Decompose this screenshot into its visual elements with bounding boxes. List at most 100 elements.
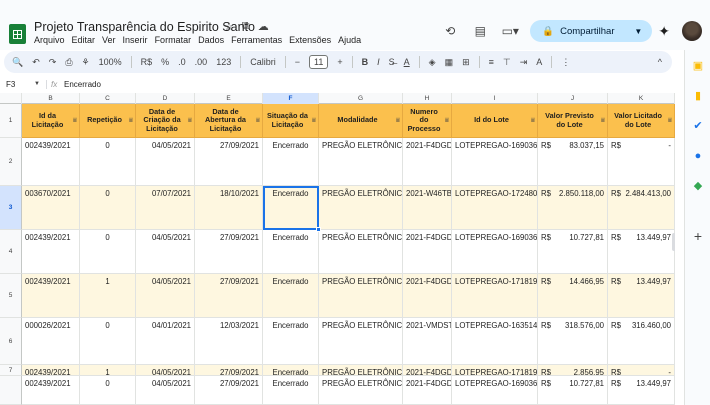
filter-icon[interactable]: ⩸ [601,116,605,125]
chevron-down-icon[interactable]: ▼ [634,27,642,36]
cell-data-criacao[interactable]: 04/05/2021 [136,274,195,318]
collapse-menus-icon[interactable]: ^ [658,57,662,67]
tasks-icon[interactable]: ✔ [692,120,704,132]
cell-numero-processo[interactable]: 2021-W46TB [403,186,452,230]
chevron-down-icon[interactable]: ▼ [34,81,46,87]
cell-modalidade[interactable]: PREGÃO ELETRÔNICO [319,186,403,230]
strikethrough-button[interactable]: S̶ [389,57,395,67]
cell-situacao[interactable]: Encerrado [263,318,319,365]
select-all-corner[interactable] [0,93,22,104]
row-header-3[interactable]: 3 [0,186,22,230]
header-cell-valor-previsto[interactable]: Valor Previsto do Lote ⩸ [538,104,608,138]
header-cell-numero-processo[interactable]: Numero do Processo ⩸ [403,104,452,138]
column-header-d[interactable]: D [136,93,195,104]
redo-icon[interactable]: ↷ [49,57,57,68]
row-header-8[interactable] [0,376,22,405]
cell-data-abertura[interactable]: 27/09/2021 [195,230,263,274]
cell-valor-licitado[interactable]: R$ 13.449,97 [608,230,675,274]
number-format-button[interactable]: 123 [216,57,231,67]
menu-data[interactable]: Dados [198,35,224,45]
name-box[interactable]: F3 [0,80,34,89]
cell-data-abertura[interactable]: 27/09/2021 [195,365,263,376]
star-icon[interactable]: ☆ [224,20,234,33]
cell-situacao[interactable]: Encerrado [263,274,319,318]
cell-valor-licitado[interactable]: R$ 316.460,00 [608,318,675,365]
search-icon[interactable]: 🔍 [12,57,23,68]
cell-valor-licitado[interactable]: R$ - [608,138,675,186]
cell-id-lote[interactable]: LOTEPREGAO-163514-1 [452,318,538,365]
cell-id-lote[interactable]: LOTEPREGAO-169036-7 [452,230,538,274]
cell-id-lote[interactable]: LOTEPREGAO-171819-6 [452,365,538,376]
cell-repeticao[interactable]: 0 [80,376,136,405]
cell-data-criacao[interactable]: 04/05/2021 [136,376,195,405]
cell-data-criacao[interactable]: 04/01/2021 [136,318,195,365]
text-color-button[interactable]: A [404,57,410,67]
cell-data-abertura[interactable]: 12/03/2021 [195,318,263,365]
cell-data-criacao[interactable]: 04/05/2021 [136,365,195,376]
meet-icon[interactable]: ▭▾ [500,24,520,38]
cell-data-abertura[interactable]: 27/09/2021 [195,376,263,405]
cell-situacao[interactable]: Encerrado [263,138,319,186]
calendar-icon[interactable]: ▣ [692,60,704,72]
vertical-align-icon[interactable]: ⊤ [503,57,511,68]
selected-cell-f3[interactable]: Encerrado [263,186,319,230]
vertical-scrollbar[interactable] [672,233,675,251]
cell-id-licitacao[interactable]: 002439/2021 [22,138,80,186]
cell-data-abertura[interactable]: 27/09/2021 [195,138,263,186]
font-size-decrease-button[interactable]: − [295,57,300,67]
filter-icon[interactable]: ⩸ [531,116,535,125]
column-header-b[interactable]: B [22,93,80,104]
cell-id-licitacao[interactable]: 002439/2021 [22,230,80,274]
cell-valor-previsto[interactable]: R$ 318.576,00 [538,318,608,365]
gemini-icon[interactable]: ✦ [658,23,670,40]
cell-modalidade[interactable]: PREGÃO ELETRÔNICO [319,230,403,274]
filter-icon[interactable]: ⩸ [188,116,192,125]
cell-valor-previsto[interactable]: R$ 10.727,81 [538,376,608,405]
sheets-logo-icon[interactable] [9,24,26,44]
cell-id-lote[interactable]: LOTEPREGAO-172480-1 [452,186,538,230]
row-header-6[interactable]: 6 [0,318,22,365]
cell-id-lote[interactable]: LOTEPREGAO-169036-7 [452,376,538,405]
filter-icon[interactable]: ⩸ [73,116,77,125]
cell-situacao[interactable]: Encerrado [263,230,319,274]
filter-icon[interactable]: ⩸ [445,116,449,125]
menu-view[interactable]: Ver [102,35,116,45]
cell-id-licitacao[interactable]: 002439/2021 [22,274,80,318]
font-select[interactable]: Calibri [250,57,276,67]
menu-format[interactable]: Formatar [155,35,192,45]
horizontal-align-icon[interactable]: ≡ [489,57,494,67]
cell-valor-previsto[interactable]: R$ 10.727,81 [538,230,608,274]
column-header-f[interactable]: F [263,93,319,104]
header-cell-id-lote[interactable]: Id do Lote ⩸ [452,104,538,138]
menu-help[interactable]: Ajuda [338,35,361,45]
paint-format-icon[interactable]: ⚘ [82,57,90,68]
decrease-decimal-button[interactable]: .0 [178,57,186,67]
move-icon[interactable]: ⧉ [242,20,250,33]
cell-repeticao[interactable]: 0 [80,186,136,230]
merge-cells-icon[interactable]: ⊞ [462,57,470,68]
menu-edit[interactable]: Editar [72,35,96,45]
borders-icon[interactable]: ▦ [445,57,454,68]
cell-repeticao[interactable]: 1 [80,274,136,318]
column-header-j[interactable]: J [538,93,608,104]
column-header-i[interactable]: I [452,93,538,104]
document-title[interactable]: Projeto Transparência do Espirito Santo [34,20,255,34]
cell-valor-previsto[interactable]: R$ 14.466,95 [538,274,608,318]
cell-situacao[interactable]: Encerrado [263,365,319,376]
cell-repeticao[interactable]: 0 [80,138,136,186]
cell-numero-processo[interactable]: 2021-F4DGD [403,365,452,376]
cell-valor-licitado[interactable]: R$ 13.449,97 [608,376,675,405]
filter-icon[interactable]: ⩸ [129,116,133,125]
row-header-5[interactable]: 5 [0,274,22,318]
percent-format-button[interactable]: % [161,57,169,67]
history-icon[interactable]: ⟲ [440,24,460,38]
cell-data-abertura[interactable]: 27/09/2021 [195,274,263,318]
row-header-1[interactable]: 1 [0,104,22,138]
column-header-k[interactable]: K [608,93,675,104]
cell-id-licitacao[interactable]: 003670/2021 [22,186,80,230]
bold-button[interactable]: B [362,57,369,67]
cell-modalidade[interactable]: PREGÃO ELETRÔNICO [319,274,403,318]
header-cell-repeticao[interactable]: Repetição ⩸ [80,104,136,138]
avatar[interactable] [682,21,702,41]
cell-valor-previsto[interactable]: R$ 2.856,95 [538,365,608,376]
